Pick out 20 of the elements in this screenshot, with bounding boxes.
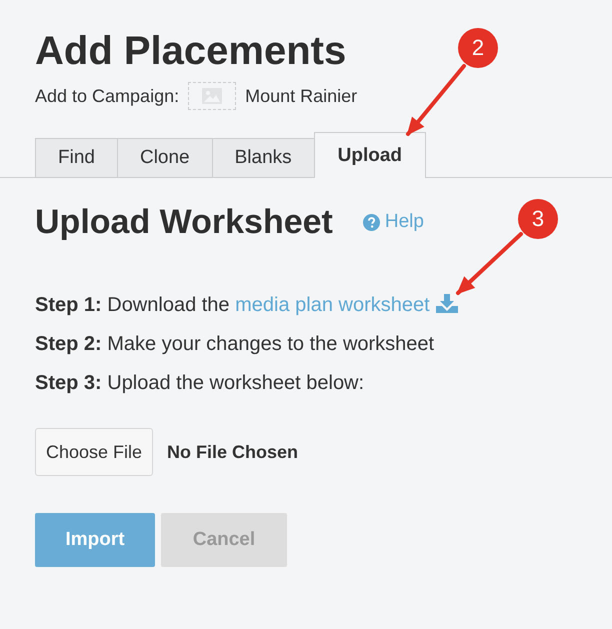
- step-number-badge: 2: [458, 28, 498, 68]
- file-status: No File Chosen: [167, 442, 298, 462]
- campaign-label: Add to Campaign:: [35, 86, 180, 106]
- section-heading: Upload Worksheet: [35, 202, 333, 242]
- page-title: Add Placements: [35, 28, 346, 74]
- image-placeholder-icon: [188, 82, 236, 110]
- tab[interactable]: Blanks: [212, 138, 315, 177]
- step-text: Step 2: Make your changes to the worksheet: [35, 332, 436, 357]
- tab[interactable]: Find: [35, 138, 118, 177]
- step-text: Step 3: Upload the worksheet below:: [35, 371, 366, 396]
- campaign-name: Mount Rainier: [245, 86, 358, 106]
- annotation-arrow: [406, 64, 466, 136]
- download-icon[interactable]: [436, 294, 458, 313]
- choose-file-button[interactable]: Choose File: [35, 428, 154, 476]
- step-number-badge: 3: [518, 199, 558, 239]
- tab[interactable]: Clone: [116, 138, 213, 177]
- tab[interactable]: Upload: [314, 132, 426, 178]
- step-text: Step 1: Download the media plan worksheet: [35, 286, 612, 325]
- annotation-arrow: [456, 232, 523, 295]
- help-icon[interactable]: [362, 214, 380, 230]
